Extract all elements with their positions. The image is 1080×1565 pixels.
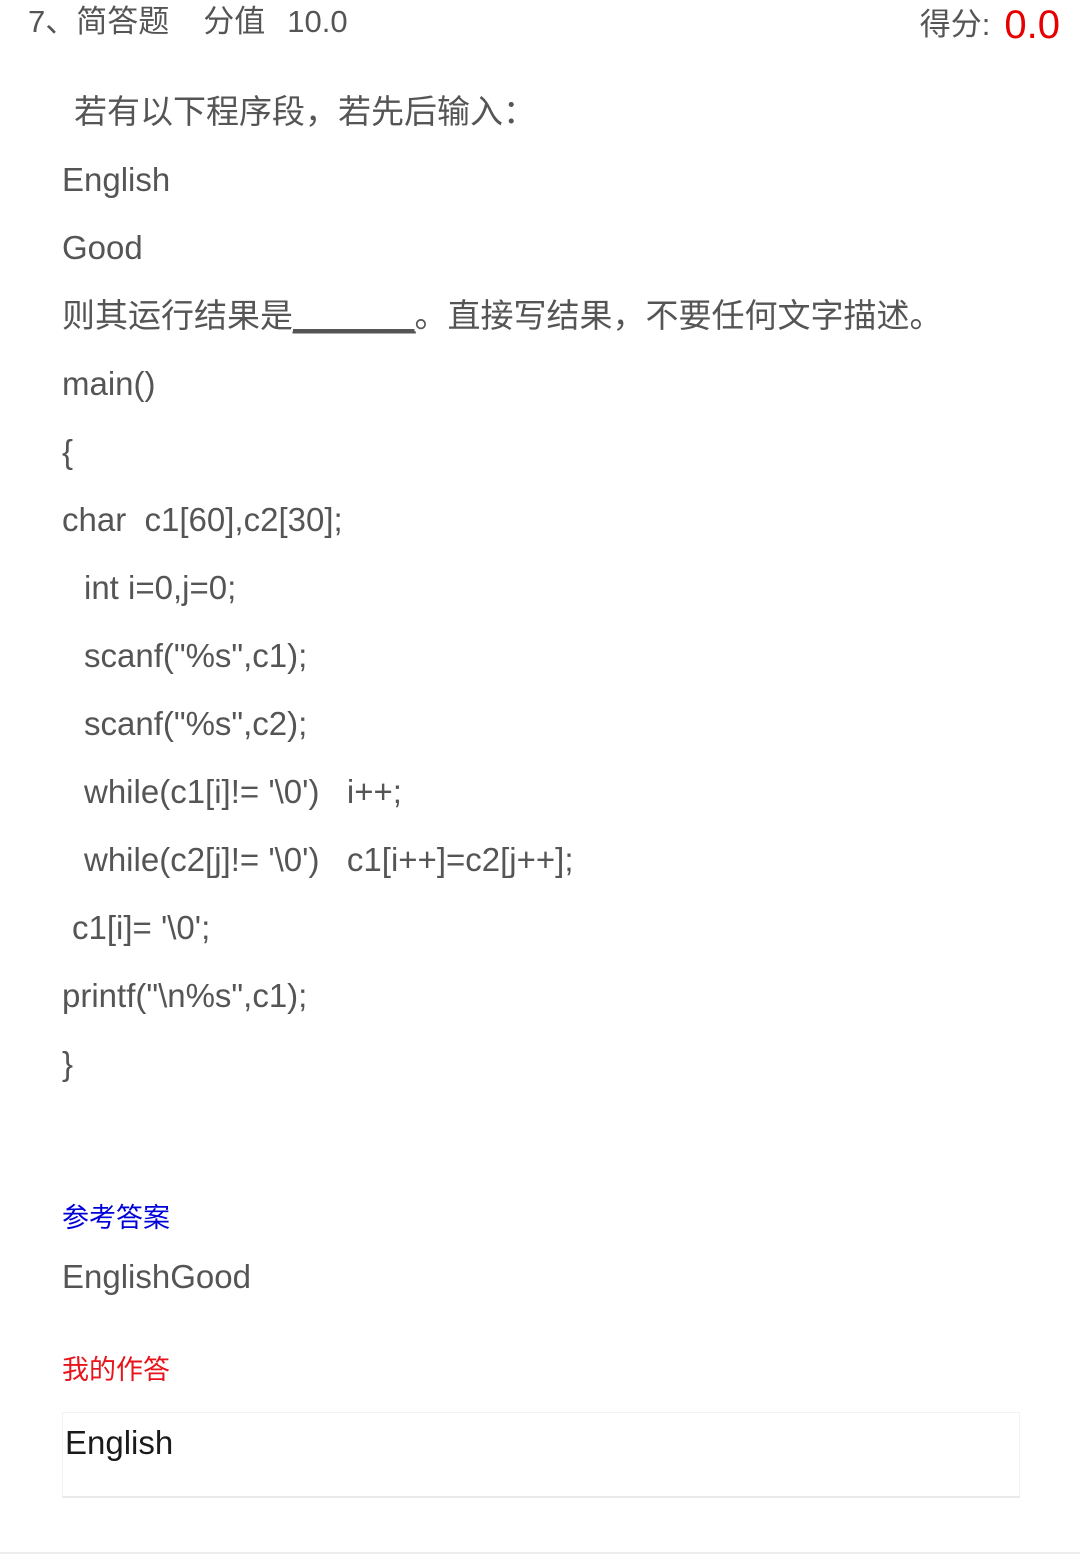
code-line: c1[i]= '\0'; (72, 909, 211, 946)
code-line: while(c1[i]!= '\0') i++; (84, 773, 402, 810)
code-line: { (62, 433, 74, 470)
instruction-tail: 。直接写结果，不要任何文字描述。 (414, 297, 943, 334)
score-label: 分值 (203, 4, 266, 39)
earned-score-value: 0.0 (1004, 3, 1060, 47)
code-line: char c1[60],c2[30]; (62, 501, 343, 538)
question-index: 7、 (28, 4, 77, 39)
code-line: int i=0,j=0; (84, 569, 237, 606)
code-line: printf("\n%s",c1); (62, 977, 308, 1014)
instruction-head: 则其运行结果是 (62, 297, 293, 334)
code-line: main() (62, 365, 156, 402)
question-header-left: 7、 简答题 分值 10.0 (28, 0, 348, 44)
code-line: scanf("%s",c2); (84, 705, 308, 742)
answer-blank: _______ (293, 297, 415, 334)
question-prompt: 若有以下程序段，若先后输入： (74, 93, 536, 130)
earned-score-label: 得分: (919, 7, 991, 42)
code-line: while(c2[j]!= '\0') c1[i++]=c2[j++]; (84, 841, 574, 878)
question-body: 若有以下程序段，若先后输入： English Good 则其运行结果是_____… (0, 78, 1080, 1098)
code-line: scanf("%s",c1); (84, 637, 308, 674)
score-value: 10.0 (287, 4, 348, 39)
reference-answer-label: 参考答案 (62, 1203, 170, 1233)
question-header-right: 得分: 0.0 (920, 0, 1060, 47)
bottom-divider (0, 1552, 1080, 1554)
question-input-line: Good (62, 229, 143, 266)
my-answer-label: 我的作答 (62, 1355, 170, 1385)
code-line: } (62, 1045, 74, 1082)
reference-answer-value: EnglishGood (62, 1258, 251, 1295)
my-answer-value: English (65, 1424, 174, 1461)
my-answer-box[interactable]: English (62, 1412, 1020, 1498)
question-input-line: English (62, 161, 171, 198)
question-header: 7、 简答题 分值 10.0 得分: 0.0 (0, 0, 1080, 52)
question-type-label: 简答题 (76, 4, 170, 39)
question-instruction: 则其运行结果是_______。直接写结果，不要任何文字描述。 (0, 282, 1080, 350)
